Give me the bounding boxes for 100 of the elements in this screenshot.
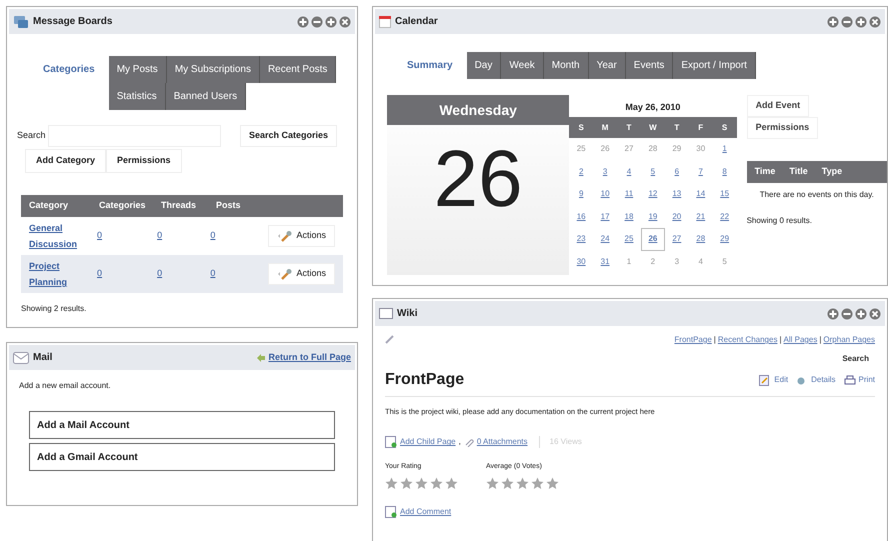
day-cell[interactable]: 29 <box>720 233 730 246</box>
star-rating[interactable] <box>486 476 559 490</box>
count-link[interactable]: 0 <box>157 230 162 240</box>
tab[interactable]: Week <box>501 52 544 79</box>
count-link[interactable]: 0 <box>97 230 102 240</box>
day-cell[interactable]: 3 <box>602 166 608 178</box>
action-button[interactable]: Permissions <box>746 117 818 139</box>
maximize-icon[interactable] <box>325 16 337 28</box>
day-cell[interactable]: 20 <box>672 210 682 223</box>
paperclip-icon <box>464 437 474 448</box>
nav-link[interactable]: FrontPage <box>674 334 712 346</box>
day-cell[interactable]: 24 <box>600 233 610 246</box>
star-rating[interactable] <box>385 476 458 490</box>
day-cell[interactable]: 8 <box>722 166 727 178</box>
tab[interactable]: Month <box>544 52 589 79</box>
page-action-link[interactable]: Print <box>844 374 875 386</box>
count-link[interactable]: 0 <box>157 268 162 278</box>
add-comment-link[interactable]: Add Comment <box>373 506 464 518</box>
minimize-icon[interactable] <box>841 16 853 28</box>
portlet-title: Wiki <box>397 307 418 321</box>
day-cell[interactable]: 11 <box>624 188 634 200</box>
calendar-icon <box>379 16 391 28</box>
tab[interactable]: Day <box>466 52 502 79</box>
minimize-icon[interactable] <box>841 308 853 320</box>
day-cell[interactable]: 21 <box>696 210 706 223</box>
tab[interactable]: Year <box>588 52 626 79</box>
arrow-icon <box>257 354 266 362</box>
close-icon[interactable] <box>869 308 881 320</box>
action-button[interactable]: Add Category <box>25 149 106 173</box>
tab[interactable]: Banned Users <box>166 83 246 110</box>
day-cell[interactable]: 6 <box>674 166 680 178</box>
close-icon[interactable] <box>339 16 351 28</box>
page-action-link[interactable]: Edit <box>759 374 788 386</box>
day-cell[interactable]: 14 <box>696 188 706 200</box>
day-cell[interactable]: 19 <box>648 210 658 223</box>
category-link[interactable]: General Discussion <box>29 220 84 252</box>
day-cell[interactable]: 2 <box>578 166 584 178</box>
separator: , <box>458 436 461 448</box>
day-cell[interactable]: 25 <box>624 233 634 246</box>
day-cell[interactable]: 12 <box>648 188 658 200</box>
wrench-icon <box>277 268 294 280</box>
day-cell[interactable]: 10 <box>600 188 610 200</box>
tab[interactable]: My Posts <box>108 56 167 83</box>
day-cell[interactable]: 5 <box>650 166 656 178</box>
maximize-icon[interactable] <box>855 16 867 28</box>
return-link[interactable]: Return to Full Page <box>257 350 351 364</box>
day-cell[interactable]: 17 <box>600 210 610 223</box>
count-link[interactable]: 0 <box>210 268 216 278</box>
nav-link[interactable]: Orphan Pages <box>823 334 875 346</box>
day-cell[interactable]: 4 <box>626 166 632 178</box>
action-button[interactable]: Add Event <box>746 95 810 117</box>
day-cell[interactable]: 1 <box>722 143 727 156</box>
page-add-icon <box>385 436 397 448</box>
day-cell[interactable]: 26 <box>648 233 658 246</box>
day-cell[interactable]: 22 <box>720 210 730 223</box>
search-button[interactable]: Search <box>836 350 875 368</box>
actions-button[interactable]: Actions <box>268 225 335 247</box>
page-action-link[interactable]: Details <box>796 374 836 386</box>
month-title: May 26, 2010 <box>624 101 682 114</box>
day-cell[interactable]: 23 <box>576 233 586 246</box>
column-header: Time <box>754 165 776 178</box>
day-cell[interactable]: 16 <box>576 210 586 223</box>
attachments-link[interactable]: 0 Attachments <box>464 436 528 448</box>
day-cell[interactable]: 28 <box>696 233 706 246</box>
day-cell[interactable]: 30 <box>576 256 586 268</box>
tab[interactable]: Events <box>626 52 674 79</box>
minimize-icon[interactable] <box>311 16 323 28</box>
day-cell[interactable]: 9 <box>578 188 584 200</box>
day-cell[interactable]: 15 <box>720 188 730 200</box>
message-boards-icon <box>13 14 29 28</box>
day-cell[interactable]: 7 <box>698 166 703 178</box>
close-icon[interactable] <box>869 16 881 28</box>
tab[interactable]: Statistics <box>108 83 166 110</box>
weekday-label: T <box>673 122 680 134</box>
tab[interactable]: Export / Import <box>673 52 756 79</box>
empty-message: There are no events on this day. <box>758 189 875 201</box>
count-link[interactable]: 0 <box>210 230 216 240</box>
search-categories-button[interactable]: Search Categories <box>240 125 337 147</box>
selected-day[interactable]: 26 <box>640 228 665 250</box>
day-cell: 25 <box>576 143 586 156</box>
account-button[interactable]: Add a Mail Account <box>29 411 335 439</box>
column-header: Posts <box>216 199 242 212</box>
actions-button[interactable]: Actions <box>268 263 335 285</box>
category-link[interactable]: Project Planning <box>29 258 84 290</box>
day-cell[interactable]: 31 <box>600 256 610 268</box>
tab[interactable]: Recent Posts <box>260 56 336 83</box>
tab[interactable]: My Subscriptions <box>166 56 260 83</box>
search-label: Search <box>17 129 46 142</box>
count-link[interactable]: 0 <box>97 268 102 278</box>
add-child-page-link[interactable]: Add Child Page <box>385 436 456 448</box>
maximize-icon[interactable] <box>855 308 867 320</box>
weekday-label: M <box>600 122 610 134</box>
day-cell[interactable]: 13 <box>672 188 682 200</box>
account-button[interactable]: Add a Gmail Account <box>29 443 335 471</box>
day-cell[interactable]: 18 <box>624 210 634 223</box>
nav-link[interactable]: All Pages <box>784 334 818 346</box>
day-cell[interactable]: 27 <box>672 233 682 246</box>
action-button[interactable]: Permissions <box>106 149 182 173</box>
nav-link[interactable]: Recent Changes <box>718 334 778 346</box>
weekday-label: W <box>648 122 658 134</box>
